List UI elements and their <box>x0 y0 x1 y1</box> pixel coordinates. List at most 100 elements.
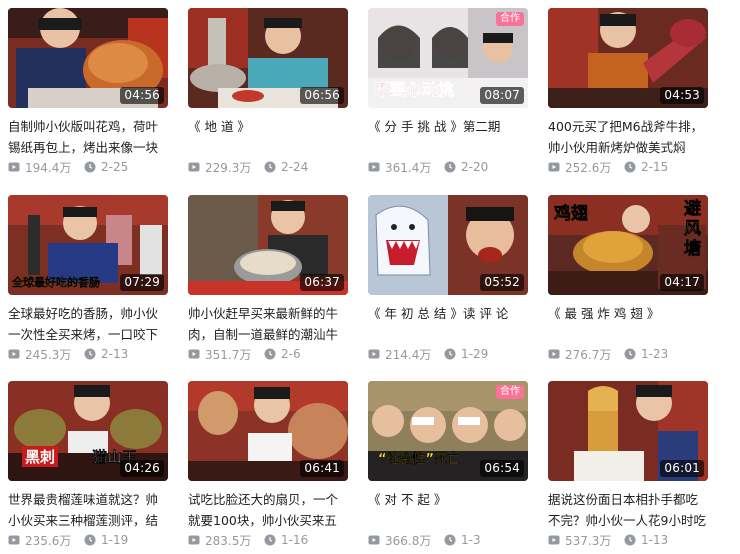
video-card[interactable]: 鸡翅 避风塘 04:17 《 最 强 炸 鸡 翅 》 276.7万 1-23 <box>548 195 710 365</box>
video-thumbnail[interactable]: 鸡翅 避风塘 04:17 <box>548 195 708 295</box>
upload-date: 2-13 <box>101 347 129 361</box>
video-thumbnail[interactable]: 04:53 <box>548 8 708 108</box>
thumbnail-caption: 鸡翅 <box>554 204 589 225</box>
video-thumbnail[interactable]: 05:52 <box>368 195 528 295</box>
clock-icon <box>84 348 96 360</box>
video-thumbnail[interactable]: “社会性”死亡 合作 06:54 <box>368 381 528 481</box>
thumbnail-caption: 全球最好吃的香肠 <box>12 276 100 289</box>
video-grid: 04:56 自制帅小伙版叫花鸡，荷叶锡纸再包上，烤出来像一块恐龙 194.4万 … <box>0 0 740 554</box>
duration-label: 06:41 <box>300 460 344 477</box>
duration-label: 06:37 <box>300 274 344 291</box>
view-count: 194.4万 <box>25 160 72 175</box>
view-count: 235.6万 <box>25 533 72 548</box>
upload-date: 2-24 <box>281 160 309 174</box>
duration-label: 04:26 <box>120 460 164 477</box>
video-title[interactable]: 全球最好吃的香肠，帅小伙一次性全买来烤，一口咬下汁水 <box>8 303 168 345</box>
play-count-icon <box>188 349 200 359</box>
play-count-icon <box>548 535 560 545</box>
video-thumbnail[interactable]: 06:01 <box>548 381 708 481</box>
clock-icon <box>264 161 276 173</box>
upload-date: 2-25 <box>101 160 129 174</box>
video-meta: 283.5万 1-16 <box>188 531 358 549</box>
duration-label: 04:17 <box>660 274 704 291</box>
video-card[interactable]: 04:56 自制帅小伙版叫花鸡，荷叶锡纸再包上，烤出来像一块恐龙 194.4万 … <box>8 8 170 178</box>
play-count-icon <box>368 349 380 359</box>
upload-date: 2-20 <box>461 160 489 174</box>
video-title[interactable]: 自制帅小伙版叫花鸡，荷叶锡纸再包上，烤出来像一块恐龙 <box>8 116 168 158</box>
clock-icon <box>444 348 456 360</box>
duration-label: 08:07 <box>480 87 524 104</box>
video-thumbnail[interactable]: 全球最好吃的香肠 07:29 <box>8 195 168 295</box>
duration-label: 06:01 <box>660 460 704 477</box>
play-count-icon <box>8 349 20 359</box>
video-title[interactable]: 《 年 初 总 结 》读 评 论 <box>368 303 528 324</box>
upload-date: 1-16 <box>281 533 309 547</box>
view-count: 351.7万 <box>205 347 252 362</box>
view-count: 361.4万 <box>385 160 432 175</box>
upload-date: 1-29 <box>461 347 489 361</box>
video-meta: 229.3万 2-24 <box>188 158 358 176</box>
thumbnail-caption: 黑刺 <box>22 446 59 467</box>
clock-icon <box>84 161 96 173</box>
video-meta: 235.6万 1-19 <box>8 531 178 549</box>
thumbnail-side-caption: 避风塘 <box>684 199 702 260</box>
video-card[interactable]: 06:41 试吃比脸还大的扇贝，一个就要100块，帅小伙买来五个做 283.5万… <box>188 381 350 551</box>
view-count: 214.4万 <box>385 347 432 362</box>
play-count-icon <box>548 349 560 359</box>
video-thumbnail[interactable]: 04:56 <box>8 8 168 108</box>
video-meta: 194.4万 2-25 <box>8 158 178 176</box>
video-title[interactable]: 世界最贵榴莲味道就这？帅小伙买来三种榴莲测评，结果出 <box>8 489 168 531</box>
video-card[interactable]: 06:56 《 地 道 》 229.3万 2-24 <box>188 8 350 178</box>
clock-icon <box>264 534 276 546</box>
video-meta: 537.3万 1-13 <box>548 531 718 549</box>
video-title[interactable]: 据说这份面日本相扑手都吃不完？帅小伙一人花9小时吃 <box>548 489 708 531</box>
view-count: 245.3万 <box>25 347 72 362</box>
video-meta: 361.4万 2-20 <box>368 158 538 176</box>
thumbnail-caption: “社会性”死亡 <box>378 452 461 467</box>
clock-icon <box>624 348 636 360</box>
view-count: 283.5万 <box>205 533 252 548</box>
clock-icon <box>264 348 276 360</box>
duration-label: 06:54 <box>480 460 524 477</box>
video-title[interactable]: 400元买了把M6战斧牛排，帅小伙用新烤炉做美式焖烤， <box>548 116 708 158</box>
video-title[interactable]: 《 最 强 炸 鸡 翅 》 <box>548 303 708 324</box>
view-count: 252.6万 <box>565 160 612 175</box>
duration-label: 06:56 <box>300 87 344 104</box>
view-count: 537.3万 <box>565 533 612 548</box>
video-thumbnail[interactable]: 黑刺 猫山王 04:26 <box>8 381 168 481</box>
video-thumbnail[interactable]: 不要心动挑 合作 08:07 <box>368 8 528 108</box>
play-count-icon <box>188 535 200 545</box>
clock-icon <box>624 161 636 173</box>
duration-label: 04:56 <box>120 87 164 104</box>
video-title[interactable]: 《 分 手 挑 战 》第二期 <box>368 116 528 137</box>
video-meta: 245.3万 2-13 <box>8 345 178 363</box>
play-count-icon <box>368 162 380 172</box>
video-card[interactable]: 不要心动挑 合作 08:07 《 分 手 挑 战 》第二期 361.4万 2-2… <box>368 8 530 178</box>
video-title[interactable]: 试吃比脸还大的扇贝，一个就要100块，帅小伙买来五个做 <box>188 489 348 531</box>
video-card[interactable]: 05:52 《 年 初 总 结 》读 评 论 214.4万 1-29 <box>368 195 530 365</box>
video-title[interactable]: 《 地 道 》 <box>188 116 348 137</box>
duration-label: 07:29 <box>120 274 164 291</box>
duration-label: 05:52 <box>480 274 524 291</box>
thumbnail-caption: 不要心动挑 <box>374 80 455 100</box>
video-thumbnail[interactable]: 06:41 <box>188 381 348 481</box>
play-count-icon <box>548 162 560 172</box>
clock-icon <box>444 161 456 173</box>
video-card[interactable]: “社会性”死亡 合作 06:54 《 对 不 起 》 366.8万 1-3 <box>368 381 530 551</box>
upload-date: 2-15 <box>641 160 669 174</box>
video-card[interactable]: 04:53 400元买了把M6战斧牛排，帅小伙用新烤炉做美式焖烤， 252.6万… <box>548 8 710 178</box>
video-thumbnail[interactable]: 06:56 <box>188 8 348 108</box>
video-card[interactable]: 黑刺 猫山王 04:26 世界最贵榴莲味道就这？帅小伙买来三种榴莲测评，结果出 … <box>8 381 170 551</box>
video-title[interactable]: 《 对 不 起 》 <box>368 489 528 510</box>
video-meta: 252.6万 2-15 <box>548 158 718 176</box>
video-card[interactable]: 全球最好吃的香肠 07:29 全球最好吃的香肠，帅小伙一次性全买来烤，一口咬下汁… <box>8 195 170 365</box>
video-meta: 351.7万 2-6 <box>188 345 358 363</box>
video-card[interactable]: 06:37 帅小伙赶早买来最新鲜的牛肉，自制一道最鲜的潮汕牛肉 351.7万 2… <box>188 195 350 365</box>
clock-icon <box>444 534 456 546</box>
video-thumbnail[interactable]: 06:37 <box>188 195 348 295</box>
video-card[interactable]: 06:01 据说这份面日本相扑手都吃不完？帅小伙一人花9小时吃 537.3万 1… <box>548 381 710 551</box>
clock-icon <box>84 534 96 546</box>
video-title[interactable]: 帅小伙赶早买来最新鲜的牛肉，自制一道最鲜的潮汕牛肉 <box>188 303 348 345</box>
upload-date: 1-13 <box>641 533 669 547</box>
play-count-icon <box>8 535 20 545</box>
